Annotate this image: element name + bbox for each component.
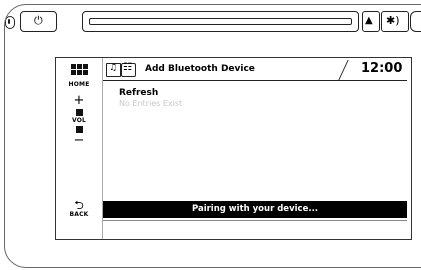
- volume-down-bar-icon: [75, 126, 83, 133]
- status-bar: Pairing with your device...: [103, 201, 407, 218]
- vol-label: VOL: [71, 117, 87, 124]
- volume-control: + VOL −: [56, 94, 102, 147]
- back-button[interactable]: ⮌ BACK: [56, 198, 102, 218]
- side-controls: HOME + VOL − ⮌ BACK: [56, 58, 103, 239]
- title-bar: Add Bluetooth Device 12:00: [103, 60, 407, 81]
- home-label: HOME: [68, 81, 90, 88]
- audio-source-icon[interactable]: [106, 63, 121, 77]
- home-button[interactable]: HOME: [56, 62, 102, 88]
- back-arrow-icon: ⮌: [74, 198, 84, 212]
- volume-up-bar-icon: [75, 109, 83, 116]
- device-list: Refresh No Entries Exist: [119, 88, 182, 108]
- phone-icon[interactable]: [121, 62, 136, 77]
- refresh-button[interactable]: Refresh: [119, 88, 182, 99]
- volume-down-button[interactable]: −: [56, 134, 102, 147]
- clock: 12:00: [361, 61, 403, 76]
- page-title: Add Bluetooth Device: [145, 64, 255, 74]
- screen-area: Add Bluetooth Device 12:00 Refresh No En…: [103, 60, 407, 236]
- bottom-strip: [103, 220, 407, 237]
- empty-list-text: No Entries Exist: [119, 99, 183, 108]
- volume-up-button[interactable]: +: [56, 94, 102, 107]
- display-panel: HOME + VOL − ⮌ BACK Add Bluetooth Device…: [55, 57, 412, 240]
- back-label: BACK: [69, 211, 89, 218]
- home-grid-icon: [70, 64, 88, 77]
- title-divider: [338, 60, 350, 80]
